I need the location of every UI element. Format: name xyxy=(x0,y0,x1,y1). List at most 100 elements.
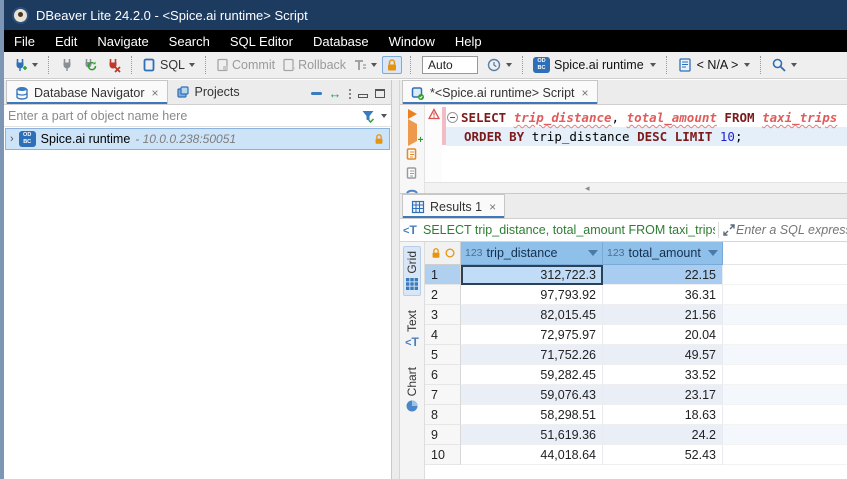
menu-database[interactable]: Database xyxy=(313,34,369,49)
search-button[interactable] xyxy=(769,55,799,75)
cell-trip-distance[interactable]: 82,015.45 xyxy=(461,305,603,325)
cell-total-amount[interactable]: 36.31 xyxy=(603,285,723,305)
new-connection-button[interactable] xyxy=(10,55,40,75)
object-filter-input[interactable] xyxy=(8,109,357,123)
close-icon[interactable]: × xyxy=(151,86,158,100)
panel-sash[interactable] xyxy=(392,80,400,479)
cell-trip-distance[interactable]: 72,975.97 xyxy=(461,325,603,345)
cell-total-amount[interactable]: 23.17 xyxy=(603,385,723,405)
active-connection-selector[interactable]: ODBC Spice.ai runtime xyxy=(531,55,658,75)
maximize-icon[interactable] xyxy=(375,89,385,98)
commit-button[interactable]: Commit xyxy=(214,56,277,74)
menu-file[interactable]: File xyxy=(14,34,35,49)
cell-total-amount[interactable]: 33.52 xyxy=(603,365,723,385)
sql-keyword: DESC xyxy=(637,129,667,144)
close-icon[interactable]: × xyxy=(489,200,496,214)
row-filler xyxy=(723,305,847,325)
fold-collapse-icon[interactable] xyxy=(447,112,458,123)
cell-trip-distance[interactable]: 51,619.36 xyxy=(461,425,603,445)
transaction-mode-button[interactable] xyxy=(351,56,379,74)
tab-chart[interactable]: Chart xyxy=(404,363,420,417)
link-with-editor-icon[interactable]: ↔ xyxy=(329,89,342,99)
close-icon[interactable]: × xyxy=(582,86,589,100)
cell-trip-distance[interactable]: 44,018.64 xyxy=(461,445,603,465)
reconnect-button[interactable] xyxy=(80,55,100,75)
row-number-cell[interactable]: 1 xyxy=(425,265,461,285)
sql-line-2[interactable]: ORDER BY trip_distance DESC LIMIT 10; xyxy=(446,127,847,146)
connection-lock-toggle[interactable] xyxy=(382,56,402,74)
cell-trip-distance[interactable]: 71,752.26 xyxy=(461,345,603,365)
chevron-down-icon[interactable] xyxy=(381,114,387,118)
row-number-cell[interactable]: 5 xyxy=(425,345,461,365)
disconnect-button[interactable] xyxy=(103,55,123,75)
rollback-label: Rollback xyxy=(298,58,346,72)
tab-grid[interactable]: Grid xyxy=(403,246,421,296)
text-presentation-icon: <T xyxy=(405,335,419,349)
rollback-icon xyxy=(282,58,296,72)
row-number-cell[interactable]: 8 xyxy=(425,405,461,425)
tab-text[interactable]: Text <T xyxy=(404,306,420,353)
menu-window[interactable]: Window xyxy=(389,34,435,49)
sort-filter-icon[interactable] xyxy=(588,250,598,256)
cell-total-amount[interactable]: 22.15 xyxy=(603,265,723,285)
expand-chevron-icon[interactable]: › xyxy=(10,133,14,145)
chevron-down-icon xyxy=(189,63,195,67)
row-number-cell[interactable]: 3 xyxy=(425,305,461,325)
execute-script-button[interactable] xyxy=(405,147,419,161)
cell-total-amount[interactable]: 21.56 xyxy=(603,305,723,325)
menu-sql-editor[interactable]: SQL Editor xyxy=(230,34,293,49)
cell-total-amount[interactable]: 20.04 xyxy=(603,325,723,345)
connect-button[interactable] xyxy=(57,55,77,75)
cell-trip-distance[interactable]: 59,076.43 xyxy=(461,385,603,405)
sort-filter-icon[interactable] xyxy=(708,250,718,256)
rollback-button[interactable]: Rollback xyxy=(280,56,348,74)
chevron-down-icon xyxy=(650,63,656,67)
sql-line-1[interactable]: SELECT trip_distance, total_amount FROM … xyxy=(446,108,847,127)
tab-sql-script[interactable]: *<Spice.ai runtime> Script × xyxy=(402,80,598,104)
minimize-icon[interactable] xyxy=(358,94,368,98)
chevron-down-icon xyxy=(506,63,512,67)
divider xyxy=(718,222,719,238)
tab-projects[interactable]: Projects xyxy=(168,80,248,104)
cell-trip-distance[interactable]: 58,298.51 xyxy=(461,405,603,425)
row-number-cell[interactable]: 6 xyxy=(425,365,461,385)
view-menu-icon[interactable] xyxy=(349,89,352,100)
row-number-cell[interactable]: 10 xyxy=(425,445,461,465)
active-schema-selector[interactable]: < N/A > xyxy=(675,55,753,75)
cell-trip-distance[interactable]: 312,722.3 xyxy=(461,265,603,285)
tab-database-navigator[interactable]: Database Navigator × xyxy=(6,80,168,104)
menu-navigate[interactable]: Navigate xyxy=(97,34,148,49)
grid-corner-cell[interactable] xyxy=(425,242,461,265)
row-number-cell[interactable]: 9 xyxy=(425,425,461,445)
column-header-total-amount[interactable]: 123 total_amount xyxy=(603,242,723,265)
explain-plan-button[interactable] xyxy=(405,166,419,180)
sql-code-area[interactable]: SELECT trip_distance, total_amount FROM … xyxy=(446,105,847,193)
sql-editor-button[interactable]: SQL xyxy=(140,55,197,75)
editor-horizontal-scrollbar[interactable]: ◂ xyxy=(425,182,847,193)
execute-statement-button[interactable] xyxy=(408,109,417,119)
expand-panel-icon[interactable] xyxy=(722,223,736,237)
connection-tree-item[interactable]: › ODBC Spice.ai runtime - 10.0.0.238:500… xyxy=(5,128,390,150)
menu-help[interactable]: Help xyxy=(455,34,482,49)
cell-total-amount[interactable]: 24.2 xyxy=(603,425,723,445)
tab-results-1[interactable]: Results 1 × xyxy=(402,194,505,218)
cell-trip-distance[interactable]: 97,793.92 xyxy=(461,285,603,305)
filter-icon[interactable] xyxy=(361,109,375,123)
scroll-left-icon[interactable]: ◂ xyxy=(585,183,590,194)
cell-total-amount[interactable]: 52.43 xyxy=(603,445,723,465)
row-number-cell[interactable]: 4 xyxy=(425,325,461,345)
column-header-trip-distance[interactable]: 123 trip_distance xyxy=(461,242,603,265)
results-filter-sql[interactable]: SELECT trip_distance, total_amount FROM … xyxy=(423,223,715,237)
cell-total-amount[interactable]: 49.57 xyxy=(603,345,723,365)
row-number-cell[interactable]: 7 xyxy=(425,385,461,405)
transaction-log-button[interactable] xyxy=(484,55,514,75)
execute-new-tab-button[interactable]: + xyxy=(408,124,417,142)
cell-trip-distance[interactable]: 59,282.45 xyxy=(461,365,603,385)
collapse-all-icon[interactable] xyxy=(311,92,322,95)
menu-search[interactable]: Search xyxy=(169,34,210,49)
cell-total-amount[interactable]: 18.63 xyxy=(603,405,723,425)
row-number-cell[interactable]: 2 xyxy=(425,285,461,305)
sql-expression-input[interactable] xyxy=(736,223,847,237)
autocommit-combo[interactable]: Auto xyxy=(422,56,478,74)
menu-edit[interactable]: Edit xyxy=(55,34,77,49)
